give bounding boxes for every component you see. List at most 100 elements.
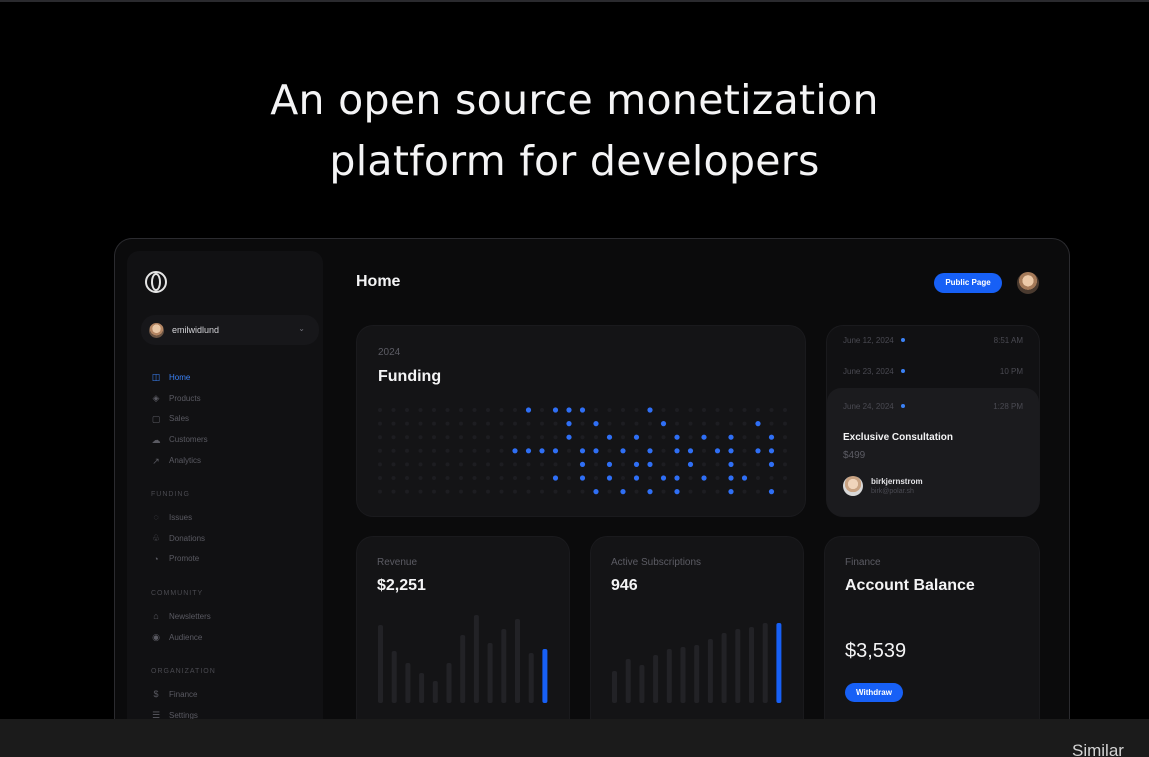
funding-dot-active <box>633 461 640 467</box>
chart-bar <box>446 663 452 703</box>
funding-dot <box>432 408 436 412</box>
funding-dot-active <box>606 475 613 481</box>
mail-icon: ⌂ <box>153 611 159 622</box>
user-avatar[interactable] <box>1017 272 1039 294</box>
funding-dot <box>742 462 747 467</box>
funding-dot <box>499 476 504 480</box>
withdraw-button[interactable]: Withdraw <box>845 683 903 702</box>
funding-dot <box>661 408 666 412</box>
funding-dot <box>715 435 720 440</box>
funding-dot <box>540 421 544 426</box>
funding-dot <box>405 408 409 412</box>
funding-dot <box>526 462 531 467</box>
sidebar-item-customers[interactable]: ☁ Customers <box>151 429 208 450</box>
funding-dot-active <box>728 461 734 467</box>
funding-dot <box>445 476 450 480</box>
funding-dot <box>526 421 531 426</box>
funding-dot <box>688 489 693 494</box>
funding-dot <box>432 421 436 426</box>
funding-dot <box>756 489 760 494</box>
funding-dot-active <box>593 421 599 427</box>
sidebar-item-analytics[interactable]: ↗ Analytics <box>151 450 208 471</box>
funding-dot <box>499 435 504 440</box>
funding-dot-active <box>579 475 586 481</box>
chart-bar <box>405 663 411 703</box>
funding-dot <box>769 421 774 426</box>
funding-dot <box>445 408 450 412</box>
event-time: 8:51 AM <box>993 336 1023 345</box>
funding-dot <box>715 408 720 412</box>
funding-dot <box>621 476 625 480</box>
sidebar-item-finance[interactable]: $ Finance <box>151 684 198 705</box>
chart-bar <box>432 681 438 703</box>
funding-dot <box>459 489 463 494</box>
event-time: 1:28 PM <box>993 402 1023 411</box>
funding-dot-active <box>647 407 653 413</box>
logo-icon[interactable] <box>145 271 167 293</box>
chart-bar <box>762 623 768 703</box>
hero-line-1: An open source monetization <box>270 76 879 124</box>
funding-dot <box>432 435 436 440</box>
funding-dot <box>702 421 706 426</box>
sidebar-item-donations[interactable]: ♧ Donations <box>151 528 205 549</box>
funding-dot <box>634 408 639 412</box>
sidebar-item-products[interactable]: ◈ Products <box>151 388 208 409</box>
account-switcher[interactable]: emilwidlund ⌄ <box>141 315 319 345</box>
funding-dot-active <box>525 407 532 413</box>
sidebar-item-sales[interactable]: ▢ Sales <box>151 409 208 430</box>
bag-icon: ▢ <box>151 413 161 424</box>
dollar-icon: $ <box>153 689 159 700</box>
funding-dot-active <box>566 407 572 413</box>
chevron-down-icon: ⌄ <box>298 324 305 333</box>
event-row[interactable]: June 12, 2024 8:51 AM <box>827 326 1039 354</box>
sidebar-item-label: Customers <box>169 435 208 445</box>
hero-line-2: platform for developers <box>329 137 820 185</box>
funding-card: 2024 Funding <box>357 326 805 516</box>
funding-dot <box>486 476 490 480</box>
funding-dot <box>756 462 760 467</box>
event-price: $499 <box>843 450 866 461</box>
event-detail-card[interactable]: June 24, 2024 1:28 PM Exclusive Consulta… <box>827 388 1039 516</box>
funding-dot <box>378 476 382 480</box>
chart-bar <box>419 673 425 703</box>
funding-dot <box>445 448 450 453</box>
sidebar-item-home[interactable]: ◫ Home <box>151 367 208 388</box>
public-page-button[interactable]: Public Page <box>934 273 1002 293</box>
funding-dot <box>472 421 477 426</box>
funding-dot <box>540 489 544 494</box>
nav-main: ◫ Home ◈ Products ▢ Sales ☁ Customers ↗ … <box>151 367 208 471</box>
sidebar: emilwidlund ⌄ ◫ Home ◈ Products ▢ Sales … <box>127 251 323 757</box>
sidebar-item-label: Analytics <box>169 456 202 466</box>
funding-dot <box>459 408 463 412</box>
funding-dot-active <box>674 448 680 454</box>
section-heading-funding: FUNDING <box>151 491 190 498</box>
funding-dot <box>513 476 517 480</box>
event-row[interactable]: June 23, 2024 10 PM <box>827 357 1039 385</box>
funding-dot <box>553 489 558 494</box>
funding-dot <box>688 435 693 440</box>
funding-dot-active <box>512 448 518 454</box>
funding-dot <box>378 462 382 467</box>
donation-icon: ♧ <box>151 533 161 544</box>
chart-bar <box>735 629 741 703</box>
funding-dot <box>459 462 463 467</box>
chart-bar-current <box>542 649 548 703</box>
sidebar-item-newsletters[interactable]: ⌂ Newsletters <box>151 606 211 627</box>
funding-dot <box>648 435 652 440</box>
funding-dot <box>499 448 504 453</box>
chart-bar <box>749 627 754 703</box>
similar-link[interactable]: Similar <box>1072 741 1124 757</box>
funding-dot-active <box>552 407 559 413</box>
funding-dot <box>594 476 598 480</box>
funding-dot <box>634 489 639 494</box>
sidebar-item-promote[interactable]: ◔ Promote <box>151 549 205 570</box>
funding-dot <box>729 421 733 426</box>
funding-dot <box>513 462 517 467</box>
sidebar-item-issues[interactable]: ◌ Issues <box>151 507 205 528</box>
funding-dot <box>783 489 787 494</box>
funding-dot <box>540 462 544 467</box>
funding-dot <box>783 476 787 480</box>
sidebar-item-audience[interactable]: ◉ Audience <box>151 627 211 648</box>
funding-dot <box>418 421 423 426</box>
funding-dot <box>405 448 409 453</box>
